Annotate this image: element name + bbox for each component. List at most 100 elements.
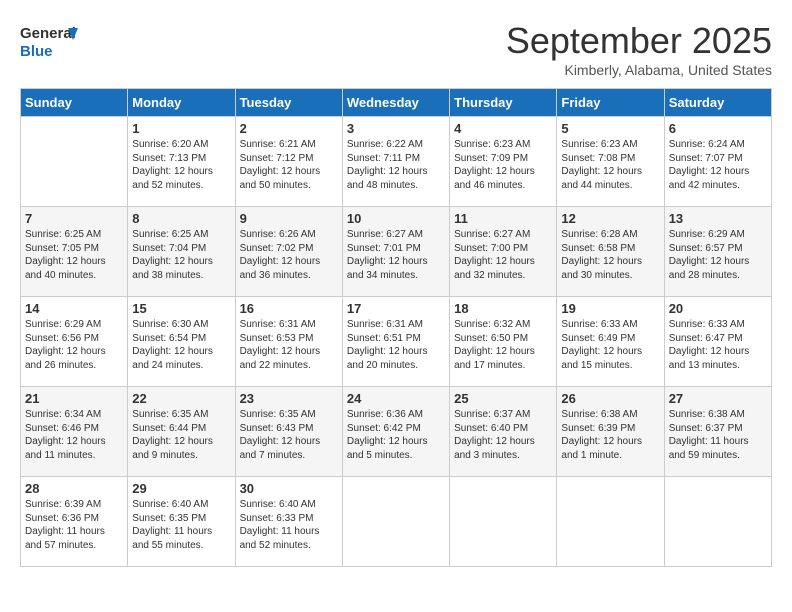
day-number: 23 (240, 391, 338, 406)
day-info: Sunrise: 6:27 AM Sunset: 7:01 PM Dayligh… (347, 228, 445, 282)
day-info: Sunrise: 6:23 AM Sunset: 7:09 PM Dayligh… (454, 138, 552, 192)
day-cell: 1 Sunrise: 6:20 AM Sunset: 7:13 PM Daylig… (128, 117, 235, 207)
day-cell: 16 Sunrise: 6:31 AM Sunset: 6:53 PM Dayli… (235, 297, 342, 387)
day-info: Sunrise: 6:34 AM Sunset: 6:46 PM Dayligh… (25, 408, 123, 462)
day-number: 15 (132, 301, 230, 316)
day-info: Sunrise: 6:38 AM Sunset: 6:37 PM Dayligh… (669, 408, 767, 462)
day-number: 29 (132, 481, 230, 496)
location: Kimberly, Alabama, United States (506, 62, 772, 78)
day-number: 17 (347, 301, 445, 316)
day-number: 8 (132, 211, 230, 226)
day-cell: 12Sunrise: 6:28 AM Sunset: 6:58 PM Dayli… (557, 207, 664, 297)
day-info: Sunrise: 6:22 AM Sunset: 7:11 PM Dayligh… (347, 138, 445, 192)
calendar-table: SundayMondayTuesdayWednesdayThursdayFrid… (20, 88, 772, 567)
day-cell: 13 Sunrise: 6:29 AM Sunset: 6:57 PM Dayli… (664, 207, 771, 297)
day-number: 16 (240, 301, 338, 316)
header-cell-monday: Monday (128, 89, 235, 117)
day-cell: 7 Sunrise: 6:25 AM Sunset: 7:05 PM Daylig… (21, 207, 128, 297)
week-row-3: 21 Sunrise: 6:34 AM Sunset: 6:46 PM Dayli… (21, 387, 772, 477)
day-info: Sunrise: 6:29 AM Sunset: 6:56 PM Dayligh… (25, 318, 123, 372)
header-cell-wednesday: Wednesday (342, 89, 449, 117)
day-cell: 21 Sunrise: 6:34 AM Sunset: 6:46 PM Dayli… (21, 387, 128, 477)
day-cell: 4 Sunrise: 6:23 AM Sunset: 7:09 PM Daylig… (450, 117, 557, 207)
day-info: Sunrise: 6:30 AM Sunset: 6:54 PM Dayligh… (132, 318, 230, 372)
header-cell-friday: Friday (557, 89, 664, 117)
day-info: Sunrise: 6:38 AM Sunset: 6:39 PM Dayligh… (561, 408, 659, 462)
header-cell-thursday: Thursday (450, 89, 557, 117)
day-info: Sunrise: 6:29 AM Sunset: 6:57 PM Dayligh… (669, 228, 767, 282)
day-number: 28 (25, 481, 123, 496)
day-number: 5 (561, 121, 659, 136)
day-number: 11 (454, 211, 552, 226)
day-info: Sunrise: 6:33 AM Sunset: 6:49 PM Dayligh… (561, 318, 659, 372)
day-cell: 10 Sunrise: 6:27 AM Sunset: 7:01 PM Dayli… (342, 207, 449, 297)
day-number: 18 (454, 301, 552, 316)
day-number: 1 (132, 121, 230, 136)
page-header: GeneralBlue September 2025 Kimberly, Ala… (20, 20, 772, 78)
day-cell: 22 Sunrise: 6:35 AM Sunset: 6:44 PM Dayli… (128, 387, 235, 477)
calendar-body: 1 Sunrise: 6:20 AM Sunset: 7:13 PM Daylig… (21, 117, 772, 567)
day-cell: 26Sunrise: 6:38 AM Sunset: 6:39 PM Dayli… (557, 387, 664, 477)
day-number: 30 (240, 481, 338, 496)
day-number: 3 (347, 121, 445, 136)
day-cell: 2Sunrise: 6:21 AM Sunset: 7:12 PM Daylig… (235, 117, 342, 207)
month-title: September 2025 (506, 20, 772, 62)
day-cell: 30 Sunrise: 6:40 AM Sunset: 6:33 PM Dayli… (235, 477, 342, 567)
day-cell: 9Sunrise: 6:26 AM Sunset: 7:02 PM Daylig… (235, 207, 342, 297)
svg-text:General: General (20, 25, 76, 42)
day-number: 22 (132, 391, 230, 406)
day-cell: 25 Sunrise: 6:37 AM Sunset: 6:40 PM Dayli… (450, 387, 557, 477)
day-number: 20 (669, 301, 767, 316)
week-row-1: 7 Sunrise: 6:25 AM Sunset: 7:05 PM Daylig… (21, 207, 772, 297)
day-number: 19 (561, 301, 659, 316)
day-info: Sunrise: 6:31 AM Sunset: 6:53 PM Dayligh… (240, 318, 338, 372)
day-info: Sunrise: 6:25 AM Sunset: 7:05 PM Dayligh… (25, 228, 123, 282)
header-cell-saturday: Saturday (664, 89, 771, 117)
day-cell: 29 Sunrise: 6:40 AM Sunset: 6:35 PM Dayli… (128, 477, 235, 567)
day-info: Sunrise: 6:37 AM Sunset: 6:40 PM Dayligh… (454, 408, 552, 462)
day-number: 10 (347, 211, 445, 226)
day-cell (21, 117, 128, 207)
day-info: Sunrise: 6:36 AM Sunset: 6:42 PM Dayligh… (347, 408, 445, 462)
day-number: 21 (25, 391, 123, 406)
day-cell: 14 Sunrise: 6:29 AM Sunset: 6:56 PM Dayli… (21, 297, 128, 387)
day-cell: 19 Sunrise: 6:33 AM Sunset: 6:49 PM Dayli… (557, 297, 664, 387)
week-row-2: 14 Sunrise: 6:29 AM Sunset: 6:56 PM Dayli… (21, 297, 772, 387)
day-cell: 6Sunrise: 6:24 AM Sunset: 7:07 PM Daylig… (664, 117, 771, 207)
day-number: 13 (669, 211, 767, 226)
day-info: Sunrise: 6:35 AM Sunset: 6:44 PM Dayligh… (132, 408, 230, 462)
day-info: Sunrise: 6:28 AM Sunset: 6:58 PM Dayligh… (561, 228, 659, 282)
day-cell (664, 477, 771, 567)
day-number: 27 (669, 391, 767, 406)
day-cell: 28 Sunrise: 6:39 AM Sunset: 6:36 PM Dayli… (21, 477, 128, 567)
day-info: Sunrise: 6:25 AM Sunset: 7:04 PM Dayligh… (132, 228, 230, 282)
day-number: 4 (454, 121, 552, 136)
header-cell-sunday: Sunday (21, 89, 128, 117)
day-info: Sunrise: 6:23 AM Sunset: 7:08 PM Dayligh… (561, 138, 659, 192)
day-info: Sunrise: 6:35 AM Sunset: 6:43 PM Dayligh… (240, 408, 338, 462)
header-cell-tuesday: Tuesday (235, 89, 342, 117)
day-cell: 18Sunrise: 6:32 AM Sunset: 6:50 PM Dayli… (450, 297, 557, 387)
day-info: Sunrise: 6:40 AM Sunset: 6:35 PM Dayligh… (132, 498, 230, 552)
day-info: Sunrise: 6:39 AM Sunset: 6:36 PM Dayligh… (25, 498, 123, 552)
day-cell: 20Sunrise: 6:33 AM Sunset: 6:47 PM Dayli… (664, 297, 771, 387)
day-info: Sunrise: 6:20 AM Sunset: 7:13 PM Dayligh… (132, 138, 230, 192)
day-cell: 5 Sunrise: 6:23 AM Sunset: 7:08 PM Daylig… (557, 117, 664, 207)
day-info: Sunrise: 6:26 AM Sunset: 7:02 PM Dayligh… (240, 228, 338, 282)
day-info: Sunrise: 6:31 AM Sunset: 6:51 PM Dayligh… (347, 318, 445, 372)
day-cell (557, 477, 664, 567)
day-number: 14 (25, 301, 123, 316)
day-number: 7 (25, 211, 123, 226)
week-row-4: 28 Sunrise: 6:39 AM Sunset: 6:36 PM Dayli… (21, 477, 772, 567)
calendar-header: SundayMondayTuesdayWednesdayThursdayFrid… (21, 89, 772, 117)
day-cell: 15 Sunrise: 6:30 AM Sunset: 6:54 PM Dayli… (128, 297, 235, 387)
day-cell (450, 477, 557, 567)
day-number: 6 (669, 121, 767, 136)
svg-text:Blue: Blue (20, 43, 53, 60)
day-info: Sunrise: 6:40 AM Sunset: 6:33 PM Dayligh… (240, 498, 338, 552)
day-cell: 11Sunrise: 6:27 AM Sunset: 7:00 PM Dayli… (450, 207, 557, 297)
day-number: 25 (454, 391, 552, 406)
day-cell: 3 Sunrise: 6:22 AM Sunset: 7:11 PM Daylig… (342, 117, 449, 207)
day-cell: 24Sunrise: 6:36 AM Sunset: 6:42 PM Dayli… (342, 387, 449, 477)
day-cell: 23 Sunrise: 6:35 AM Sunset: 6:43 PM Dayli… (235, 387, 342, 477)
